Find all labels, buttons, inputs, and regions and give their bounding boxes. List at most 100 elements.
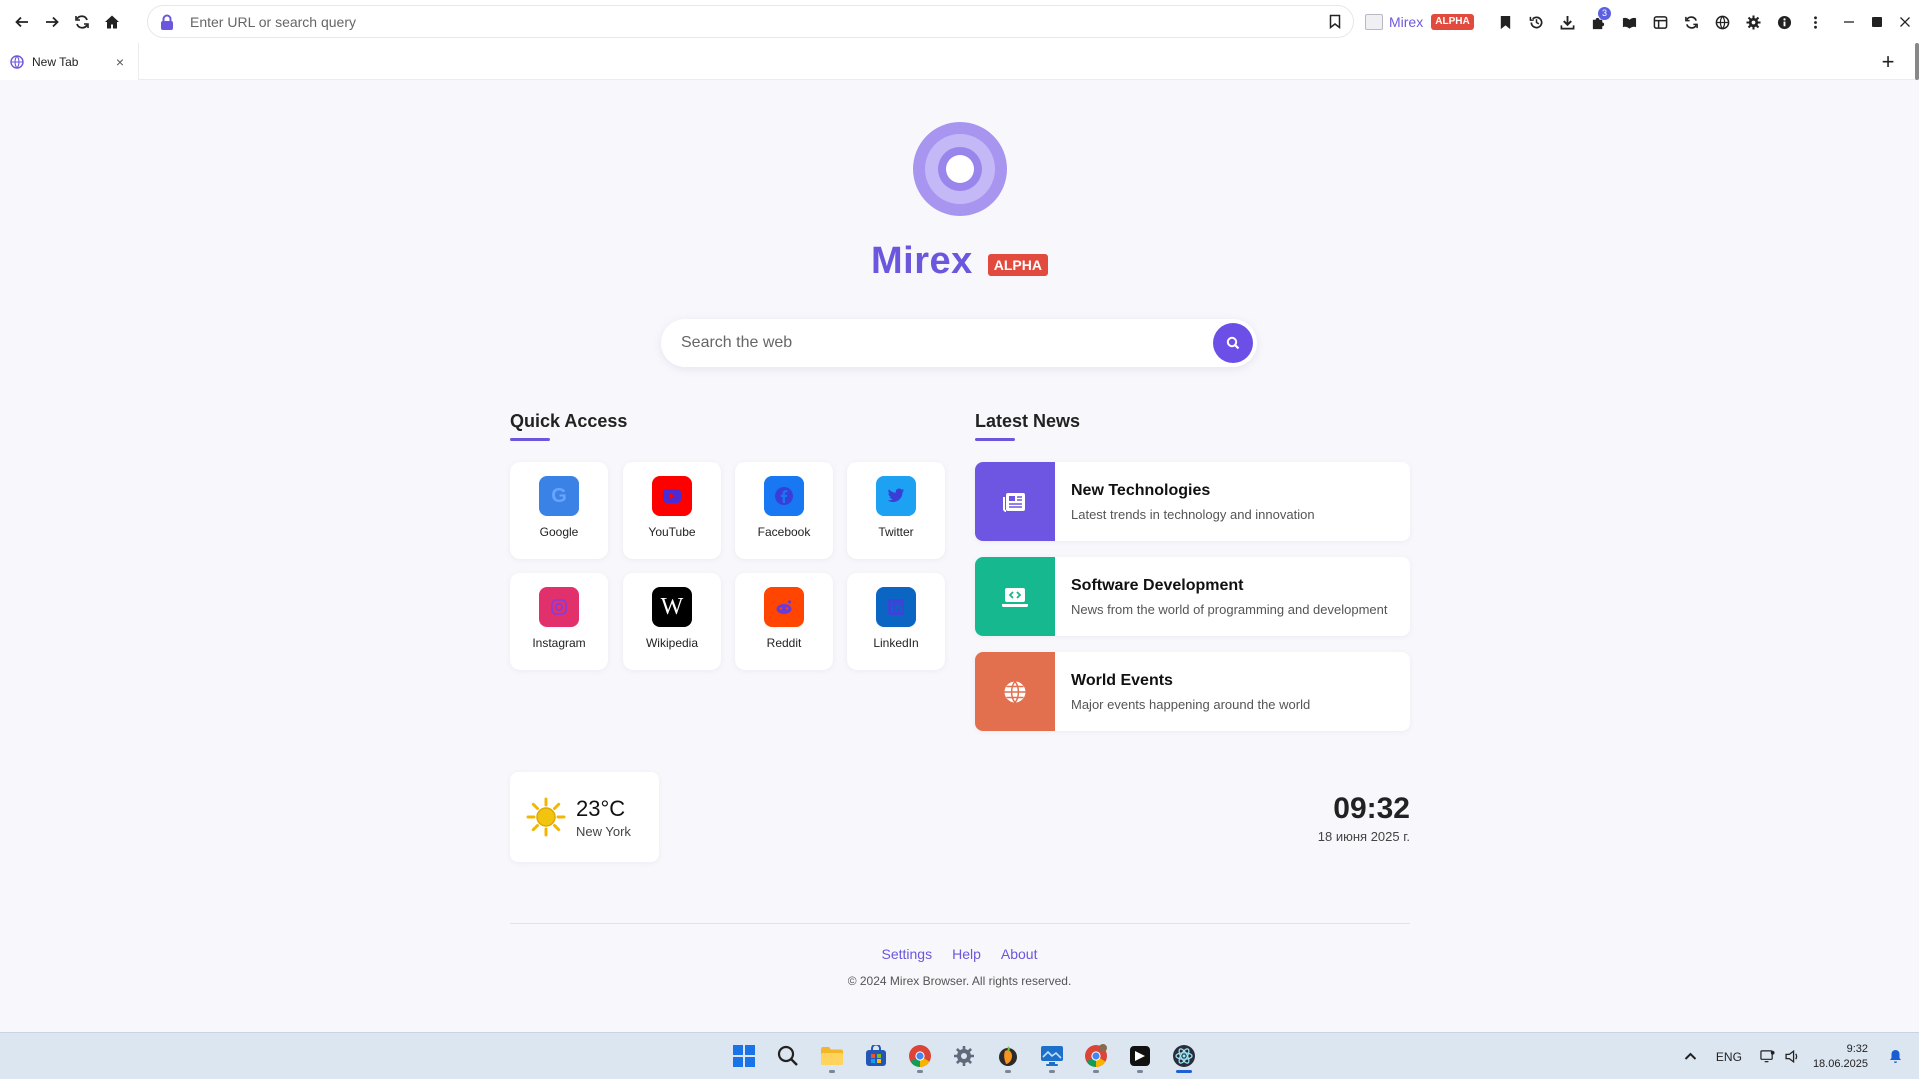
alpha-badge: ALPHA: [1431, 14, 1474, 30]
footer-help-link[interactable]: Help: [952, 946, 981, 962]
quick-access-youtube[interactable]: YouTube: [623, 462, 721, 559]
network-monitor-icon: [1760, 1050, 1775, 1063]
maximize-button[interactable]: [1863, 7, 1891, 37]
quick-access-twitter[interactable]: Twitter: [847, 462, 945, 559]
news-card-technologies[interactable]: New Technologies Latest trends in techno…: [975, 462, 1410, 541]
home-button[interactable]: [98, 8, 126, 36]
taskbar-store[interactable]: [854, 1038, 898, 1074]
taskbar-settings[interactable]: [942, 1038, 986, 1074]
menu-button[interactable]: [1800, 7, 1831, 37]
url-input[interactable]: [190, 13, 1321, 30]
notifications-button[interactable]: [1880, 1042, 1911, 1072]
tab-manager-button[interactable]: [1645, 7, 1676, 37]
footer-about-link[interactable]: About: [1001, 946, 1038, 962]
taskbar-clock[interactable]: 9:32 18.06.2025: [1813, 1042, 1868, 1072]
taskbar-fl-studio[interactable]: [986, 1038, 1030, 1074]
broken-image-icon: [1365, 14, 1383, 30]
gear-icon: [1746, 14, 1761, 30]
search-button[interactable]: [1213, 323, 1253, 363]
quick-access-linkedin[interactable]: LinkedIn: [847, 573, 945, 670]
latest-news-underline: [975, 438, 1015, 441]
volume-button[interactable]: [1783, 1042, 1803, 1072]
tabs-grid-icon: [1653, 15, 1668, 29]
extensions-count-badge: 3: [1598, 7, 1611, 20]
news-card-world-events[interactable]: World Events Major events happening arou…: [975, 652, 1410, 731]
twitter-icon: [876, 476, 916, 516]
store-icon: [866, 1045, 886, 1066]
tab-new-tab[interactable]: New Tab ×: [0, 43, 139, 80]
taskbar-search[interactable]: [766, 1038, 810, 1074]
sync-button[interactable]: [1676, 7, 1707, 37]
hero-title: Mirex: [870, 240, 973, 282]
address-bar[interactable]: [147, 5, 1354, 38]
taskbar-mirex-browser[interactable]: [1162, 1038, 1206, 1074]
wikipedia-icon: W: [652, 587, 692, 627]
sun-icon: [526, 797, 566, 837]
taskbar-chrome-profile[interactable]: [1074, 1038, 1118, 1074]
hero-alpha-badge: ALPHA: [987, 253, 1048, 276]
bell-icon: [1890, 1050, 1901, 1063]
quick-access-label: LinkedIn: [873, 636, 919, 650]
taskbar-monitor-app[interactable]: [1030, 1038, 1074, 1074]
bookmarks-button[interactable]: [1490, 7, 1521, 37]
language-indicator[interactable]: ENG: [1716, 1050, 1742, 1064]
reader-button[interactable]: [1614, 7, 1645, 37]
back-button[interactable]: [8, 8, 36, 36]
clock-date: 18 июня 2025 г.: [1317, 829, 1410, 844]
taskbar-cursor[interactable]: [1118, 1038, 1162, 1074]
quick-access-instagram[interactable]: Instagram: [510, 573, 608, 670]
info-icon: [1777, 15, 1792, 29]
windows-logo-icon: [733, 1045, 755, 1067]
extensions-button[interactable]: 3: [1583, 7, 1614, 37]
lock-icon: [158, 13, 176, 31]
tab-title: New Tab: [32, 54, 79, 69]
clock-widget: 09:32 18 июня 2025 г.: [1240, 792, 1410, 844]
weather-temperature: 23°C: [576, 795, 626, 821]
downloads-button[interactable]: [1552, 7, 1583, 37]
news-desc: Major events happening around the world: [1071, 696, 1311, 712]
quick-access-label: YouTube: [648, 525, 696, 539]
search-input[interactable]: [681, 334, 1213, 352]
chevron-up-icon: [1684, 1052, 1697, 1060]
newspaper-icon: [975, 462, 1055, 541]
translate-button[interactable]: [1707, 7, 1738, 37]
bookmark-page-button[interactable]: [1321, 8, 1349, 36]
monitor-icon: [1041, 1046, 1063, 1066]
taskbar-chrome[interactable]: [898, 1038, 942, 1074]
taskbar-file-explorer[interactable]: [810, 1038, 854, 1074]
close-icon: [1900, 17, 1910, 27]
cursor-app-icon: [1130, 1046, 1150, 1066]
forward-button[interactable]: [38, 8, 66, 36]
news-card-software-development[interactable]: Software Development News from the world…: [975, 557, 1410, 636]
reddit-icon: [764, 587, 804, 627]
network-button[interactable]: [1752, 1042, 1783, 1072]
scrollbar[interactable]: [1915, 43, 1919, 80]
settings-button[interactable]: [1738, 7, 1769, 37]
quick-access-facebook[interactable]: Facebook: [735, 462, 833, 559]
tab-close-button[interactable]: ×: [110, 52, 130, 72]
close-window-button[interactable]: [1891, 7, 1919, 37]
quick-access-label: Facebook: [757, 525, 811, 539]
reload-button[interactable]: [68, 8, 96, 36]
electron-icon: [1173, 1045, 1195, 1067]
quick-access-wikipedia[interactable]: W Wikipedia: [623, 573, 721, 670]
quick-access-reddit[interactable]: Reddit: [735, 573, 833, 670]
info-button[interactable]: [1769, 7, 1800, 37]
minimize-button[interactable]: [1835, 7, 1863, 37]
news-title: World Events: [1071, 671, 1173, 689]
quick-access-google[interactable]: G Google: [510, 462, 608, 559]
laptop-code-icon: [975, 557, 1055, 636]
history-button[interactable]: [1521, 7, 1552, 37]
latest-news-heading: Latest News: [975, 411, 1081, 431]
tray-overflow-button[interactable]: [1675, 1042, 1706, 1072]
brand-name: Mirex: [1389, 14, 1424, 30]
start-button[interactable]: [722, 1038, 766, 1074]
chrome-icon: [1085, 1044, 1107, 1067]
footer-settings-link[interactable]: Settings: [882, 946, 933, 962]
kebab-menu-icon: [1814, 15, 1817, 29]
new-tab-button[interactable]: +: [1875, 49, 1901, 75]
globe-icon: [1715, 15, 1730, 29]
home-icon: [105, 15, 119, 28]
quick-access-label: Google: [539, 525, 579, 539]
quick-access-underline: [510, 438, 550, 441]
